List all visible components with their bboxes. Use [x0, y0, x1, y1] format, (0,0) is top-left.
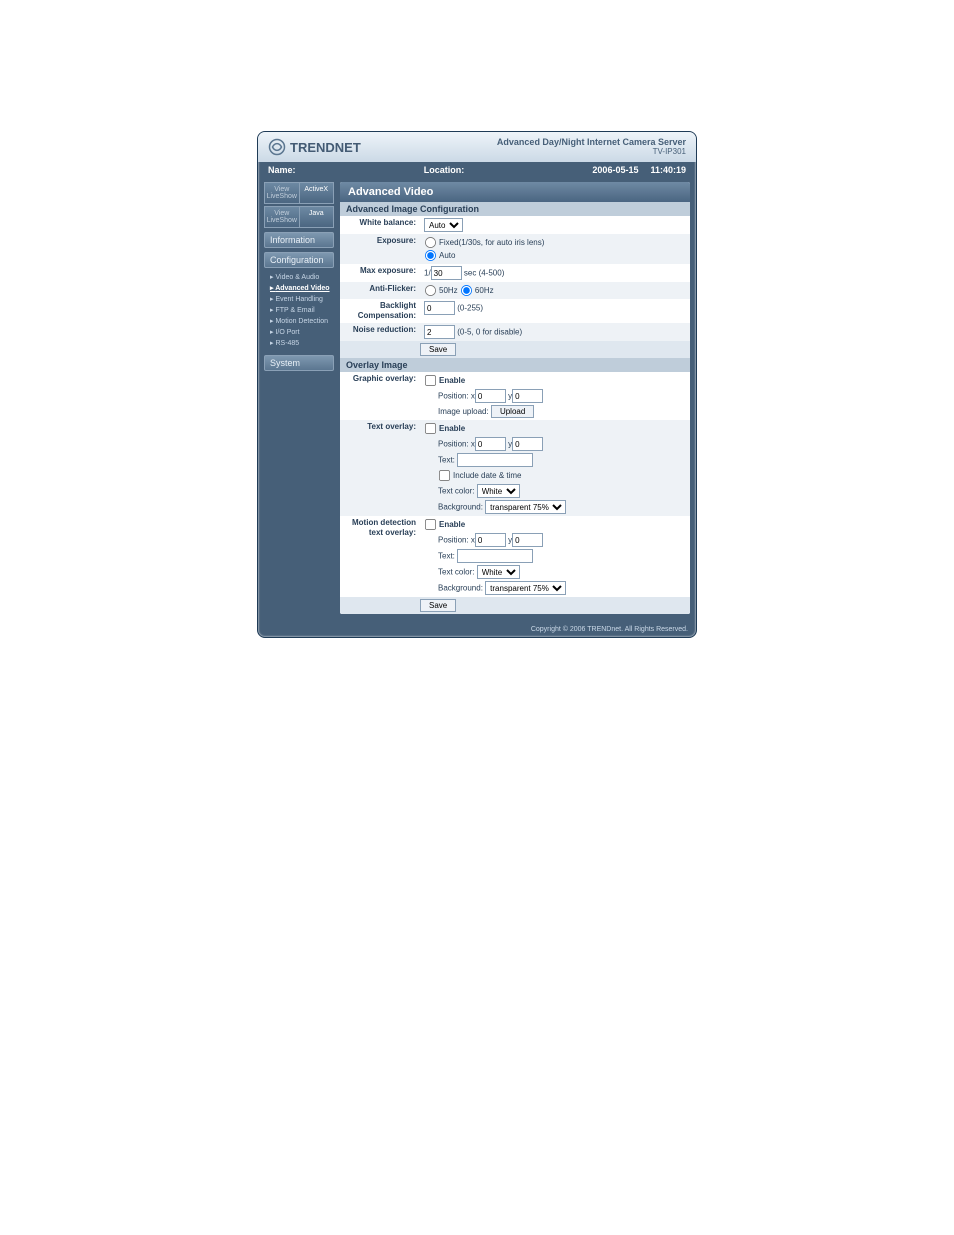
time: 11:40:19 [650, 165, 686, 175]
body: View LiveShow ActiveX View LiveShow Java… [258, 178, 696, 624]
tab-activex[interactable]: ActiveX [299, 182, 335, 204]
meta-bar: Name: Location: 2006-05-15 11:40:19 [258, 162, 696, 178]
copyright: Copyright © 2006 TRENDnet. All Rights Re… [258, 624, 696, 637]
motion-color-select[interactable]: White [477, 565, 520, 579]
image-upload-button[interactable]: Upload [491, 405, 534, 418]
header: TRENDNET Advanced Day/Night Internet Cam… [258, 132, 696, 162]
backlight-input[interactable] [424, 301, 455, 315]
exposure-auto[interactable]: Auto [424, 251, 455, 260]
white-balance-select[interactable]: Auto [424, 218, 463, 232]
graphic-y[interactable] [512, 389, 543, 403]
section-overlay-image: Overlay Image [340, 358, 690, 372]
motion-y[interactable] [512, 533, 543, 547]
graphic-overlay-label: Graphic overlay: [340, 372, 420, 420]
tab-liveshow-1[interactable]: View LiveShow [264, 182, 300, 204]
panel-title: Advanced Video [340, 182, 690, 202]
form-overlay: Graphic overlay: Enable Position: x y Im… [340, 372, 690, 597]
anti-flicker-label: Anti-Flicker: [340, 282, 420, 299]
app-window: TRENDNET Advanced Day/Night Internet Cam… [257, 131, 697, 638]
product-title: Advanced Day/Night Internet Camera Serve… [497, 137, 686, 147]
save-row-1: Save [340, 341, 690, 358]
sidebar-item-motion-detection[interactable]: Motion Detection [270, 316, 334, 327]
form-image-config: White balance: Auto Exposure: Fixed(1/30… [340, 216, 690, 341]
noise-input[interactable] [424, 325, 455, 339]
motion-bg-select[interactable]: transparent 75% [485, 581, 566, 595]
motion-x[interactable] [475, 533, 506, 547]
motion-text-input[interactable] [457, 549, 533, 563]
brand: TRENDNET [268, 138, 361, 156]
sidebar-system[interactable]: System [264, 355, 334, 371]
white-balance-label: White balance: [340, 216, 420, 234]
graphic-x[interactable] [475, 389, 506, 403]
text-overlay-label: Text overlay: [340, 420, 420, 516]
text-x[interactable] [475, 437, 506, 451]
exposure-label: Exposure: [340, 234, 420, 264]
motion-text-label: Motion detection text overlay: [340, 516, 420, 597]
text-color-select[interactable]: White [477, 484, 520, 498]
sidebar-information[interactable]: Information [264, 232, 334, 248]
name-label: Name: [268, 165, 296, 175]
noise-label: Noise reduction: [340, 323, 420, 341]
exposure-fixed[interactable]: Fixed(1/30s, for auto iris lens) [424, 238, 544, 247]
sidebar-item-advanced-video[interactable]: Advanced Video [270, 283, 334, 294]
text-bg-select[interactable]: transparent 75% [485, 500, 566, 514]
save-button-2[interactable]: Save [420, 599, 456, 612]
tab-liveshow-java[interactable]: View LiveShow Java [264, 206, 334, 228]
date: 2006-05-15 [592, 165, 638, 175]
sidebar-item-rs485[interactable]: RS-485 [270, 338, 334, 349]
save-row-2: Save [340, 597, 690, 614]
brand-text: TRENDNET [290, 140, 361, 155]
text-enable[interactable]: Enable [424, 424, 465, 433]
sidebar-links: Video & Audio Advanced Video Event Handl… [264, 270, 334, 351]
product-label: Advanced Day/Night Internet Camera Serve… [497, 137, 686, 157]
location-label: Location: [424, 165, 465, 175]
sidebar: View LiveShow ActiveX View LiveShow Java… [264, 182, 334, 614]
sidebar-configuration[interactable]: Configuration [264, 252, 334, 268]
text-input[interactable] [457, 453, 533, 467]
product-model: TV-IP301 [497, 147, 686, 157]
section-image-config: Advanced Image Configuration [340, 202, 690, 216]
graphic-enable[interactable]: Enable [424, 376, 465, 385]
text-y[interactable] [512, 437, 543, 451]
sidebar-item-io-port[interactable]: I/O Port [270, 327, 334, 338]
max-exposure-input[interactable] [431, 266, 462, 280]
save-button-1[interactable]: Save [420, 343, 456, 356]
max-exposure-label: Max exposure: [340, 264, 420, 282]
sidebar-item-event-handling[interactable]: Event Handling [270, 294, 334, 305]
flicker-60[interactable]: 60Hz [460, 286, 494, 295]
brand-logo-icon [268, 138, 286, 156]
include-datetime[interactable]: Include date & time [438, 471, 521, 480]
tab-liveshow-2[interactable]: View LiveShow [264, 206, 300, 228]
motion-enable[interactable]: Enable [424, 520, 465, 529]
main-panel: Advanced Video Advanced Image Configurat… [340, 182, 690, 614]
sidebar-item-ftp-email[interactable]: FTP & Email [270, 305, 334, 316]
sidebar-item-video-audio[interactable]: Video & Audio [270, 272, 334, 283]
backlight-label: Backlight Compensation: [340, 299, 420, 323]
tab-liveshow-activex[interactable]: View LiveShow ActiveX [264, 182, 334, 204]
flicker-50[interactable]: 50Hz [424, 286, 458, 295]
tab-java[interactable]: Java [299, 206, 335, 228]
